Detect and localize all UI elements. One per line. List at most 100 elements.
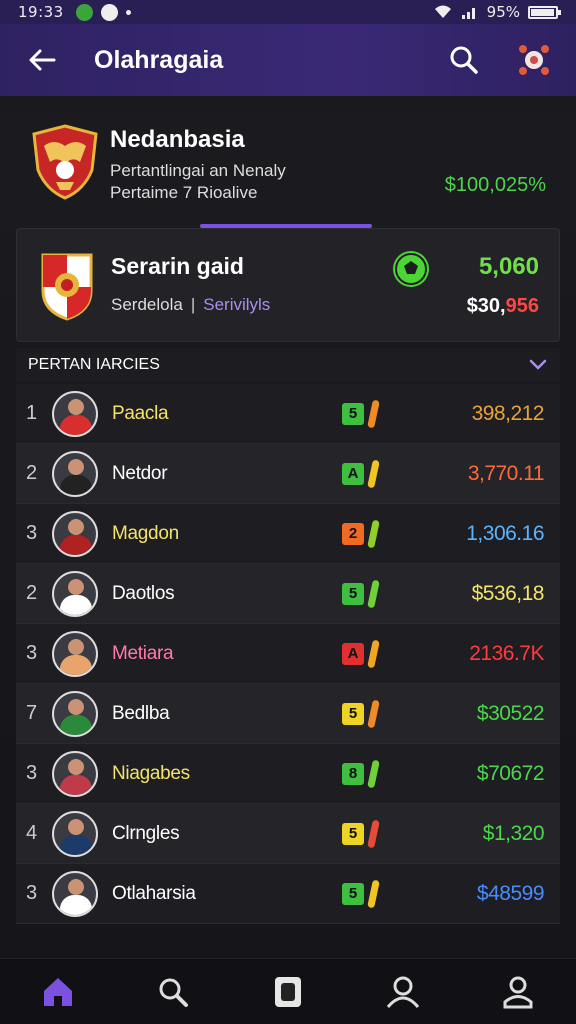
avatar-head	[68, 698, 84, 715]
featured-value-secondary-b: 956	[505, 295, 539, 317]
avatar-head	[68, 818, 84, 835]
status-time: 19:33	[18, 3, 64, 21]
player-avatar	[52, 510, 98, 557]
grade-badge: 5	[342, 882, 364, 905]
grade-badge: A	[342, 642, 364, 665]
team-crest-icon	[32, 124, 98, 200]
featured-title: Serarin gaid	[111, 253, 244, 279]
notification-icon	[100, 3, 118, 21]
search-button[interactable]	[442, 38, 486, 82]
player-rank: 3	[26, 522, 38, 544]
user-outline-icon	[387, 976, 420, 1008]
app-bar: Olahragaia	[0, 24, 576, 96]
menu-button[interactable]	[512, 38, 556, 82]
player-avatar	[52, 630, 98, 677]
battery-icon	[528, 5, 561, 19]
nav-people[interactable]	[373, 967, 433, 1017]
player-rank: 1	[26, 402, 38, 424]
avatar-jersey	[60, 414, 92, 435]
player-avatar	[52, 870, 98, 917]
app-screen: 19:33 95% Olahragaia Nedanbasia Pertantl…	[0, 0, 576, 1024]
player-name: Metiara	[112, 642, 174, 664]
nav-home[interactable]	[28, 967, 88, 1017]
rating-bar-icon	[367, 459, 380, 488]
player-rank: 2	[26, 462, 38, 484]
app-notification-icon	[75, 3, 93, 21]
player-avatar	[52, 810, 98, 857]
rating-bar-icon	[367, 819, 380, 848]
profile-icon	[503, 976, 533, 1008]
wifi-icon	[434, 5, 451, 18]
list-item[interactable]: 2 Netdor A 3,770.11	[16, 444, 560, 504]
avatar-head	[68, 458, 84, 475]
avatar-jersey	[60, 654, 92, 675]
back-button[interactable]	[20, 38, 64, 82]
avatar-jersey	[60, 834, 92, 855]
ball-icon	[519, 45, 549, 75]
rating-bar-icon	[367, 699, 380, 728]
player-value: 2136.7K	[469, 641, 544, 665]
player-name: Clrngles	[112, 822, 180, 844]
team-subtitle-line2: Pertaime 7 Rioalive	[110, 183, 258, 202]
list-item[interactable]: 2 Daotlos 5 $536,18	[16, 564, 560, 624]
list-item[interactable]: 3 Otlaharsia 5 $48599	[16, 864, 560, 924]
avatar-head	[68, 398, 84, 415]
section-header[interactable]: PERTAN IARCIES	[16, 348, 560, 382]
list-item[interactable]: 3 Niagabes 8 $70672	[16, 744, 560, 804]
avatar-jersey	[60, 774, 92, 795]
featured-value-secondary-a: $30,	[466, 295, 506, 317]
list-item[interactable]: 4 Clrngles 5 $1,320	[16, 804, 560, 864]
rating-bar-icon	[367, 399, 380, 428]
player-list: 1 Paacla 5 398,212 2 Netdor A 3,770.11 3 Magdon 2 1…	[16, 384, 560, 924]
battery-fill	[531, 8, 554, 16]
avatar-head	[68, 878, 84, 895]
battery-percent: 95%	[486, 3, 520, 21]
player-rank: 3	[26, 882, 38, 904]
club-crest-icon	[41, 253, 93, 321]
team-subtitle-line1: Pertantlingai an Nenaly	[110, 161, 286, 180]
player-name: Paacla	[112, 402, 169, 424]
team-subtitle: Pertantlingai an Nenaly Pertaime 7 Rioal…	[110, 160, 286, 204]
grade-badge: 5	[342, 582, 364, 605]
avatar-head	[68, 578, 84, 595]
featured-subtitle: Serdelola | Serivilyls	[111, 295, 270, 315]
avatar-jersey	[60, 534, 92, 555]
team-header: Nedanbasia Pertantlingai an Nenaly Perta…	[0, 112, 576, 230]
player-rank: 4	[26, 822, 38, 844]
rating-bar-icon	[367, 579, 380, 608]
list-item[interactable]: 1 Paacla 5 398,212	[16, 384, 560, 444]
list-item[interactable]: 7 Bedlba 5 $30522	[16, 684, 560, 744]
home-icon	[43, 977, 72, 1006]
signal-icon	[461, 8, 475, 19]
nav-cards[interactable]	[258, 967, 318, 1017]
rating-bar-icon	[367, 879, 380, 908]
soccer-ball-icon	[393, 251, 429, 287]
bottom-nav	[0, 958, 576, 1024]
nav-search[interactable]	[143, 967, 203, 1017]
list-item[interactable]: 3 Metiara A 2136.7K	[16, 624, 560, 684]
search-icon	[450, 46, 478, 74]
rating-bar-icon	[367, 759, 380, 788]
player-value: $70672	[476, 761, 545, 785]
featured-sub-link[interactable]: Serivilyls	[203, 295, 270, 314]
player-value: $30522	[476, 701, 545, 725]
featured-value-secondary: $30,956	[467, 295, 539, 318]
player-value: 1,306.16	[466, 521, 544, 545]
featured-card[interactable]: Serarin gaid Serdelola | Serivilyls 5,060 …	[16, 228, 560, 342]
chevron-down-icon	[529, 359, 547, 370]
player-avatar	[52, 570, 98, 617]
nav-profile[interactable]	[488, 967, 548, 1017]
team-name: Nedanbasia	[110, 126, 245, 153]
arrow-left-icon	[29, 49, 56, 71]
grade-badge: 5	[342, 822, 364, 845]
grade-badge: 2	[342, 522, 364, 545]
search-icon	[159, 978, 188, 1007]
list-item[interactable]: 3 Magdon 2 1,306.16	[16, 504, 560, 564]
player-rank: 7	[26, 702, 38, 724]
featured-value-primary: 5,060	[478, 253, 539, 280]
player-name: Magdon	[112, 522, 179, 544]
featured-sub-separator: |	[190, 295, 196, 314]
page-title: Olahragaia	[94, 45, 224, 74]
player-avatar	[52, 690, 98, 737]
rating-bar-icon	[367, 519, 380, 548]
